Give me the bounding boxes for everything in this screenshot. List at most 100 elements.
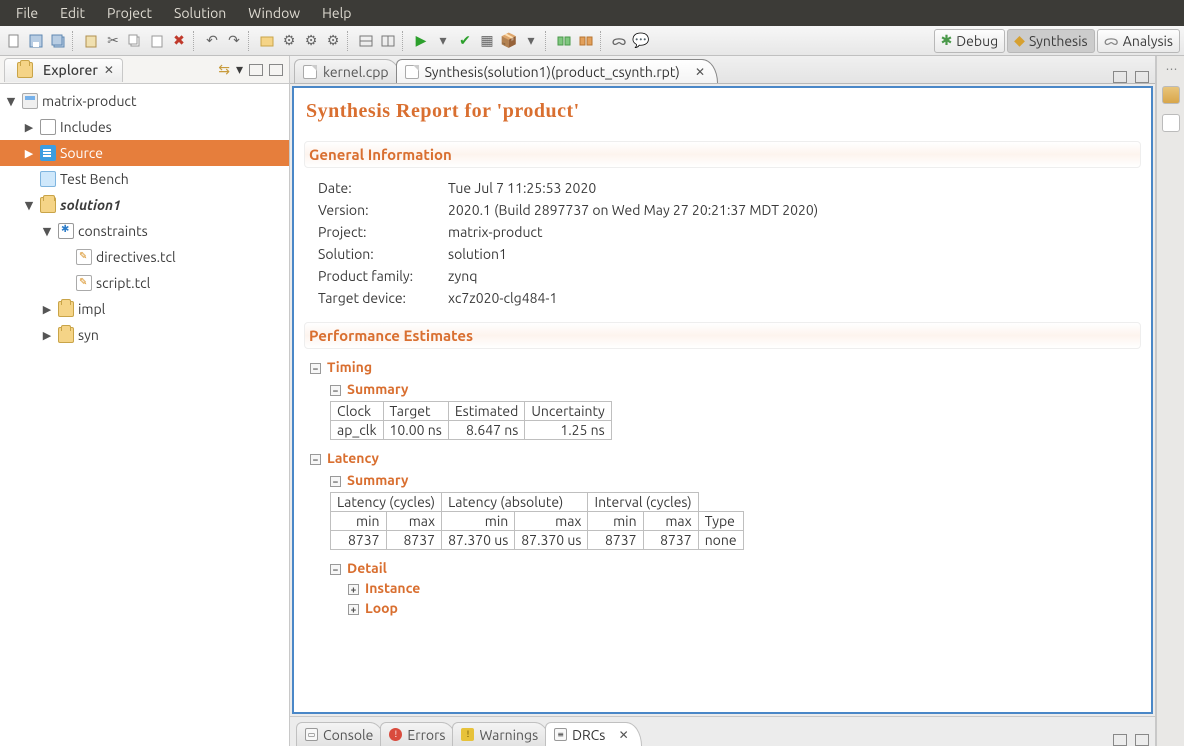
perspective-analysis[interactable]: ᯅAnalysis: [1097, 29, 1180, 53]
minimize-icon[interactable]: [249, 64, 263, 76]
copy-icon[interactable]: [125, 31, 145, 51]
tree-testbench[interactable]: Test Bench: [0, 166, 289, 192]
tab-report[interactable]: Synthesis(solution1)(product_csynth.rpt)…: [396, 59, 718, 83]
sub-timing-summary[interactable]: −Summary: [330, 381, 1141, 397]
menu-help[interactable]: Help: [312, 3, 361, 23]
right-trim: ⋯: [1156, 56, 1184, 746]
redo-icon[interactable]: ↷: [224, 31, 244, 51]
error-icon: !: [389, 728, 402, 741]
bottom-minimize-icon[interactable]: [1113, 734, 1127, 746]
maximize-icon[interactable]: [269, 64, 283, 76]
editor-minimize-icon[interactable]: [1113, 71, 1127, 83]
tree-impl[interactable]: ▶impl: [0, 296, 289, 322]
gears2-icon[interactable]: ⚙: [323, 31, 343, 51]
section-general: General Information: [304, 141, 1141, 168]
project-tree[interactable]: ▼matrix-product ▶Includes ▶Source Test B…: [0, 84, 289, 746]
label-device: Target device:: [318, 290, 448, 306]
cut-icon[interactable]: ✂: [103, 31, 123, 51]
window2-icon[interactable]: [378, 31, 398, 51]
tab-kernel[interactable]: kernel.cpp: [294, 59, 402, 83]
value-date: Tue Jul 7 11:25:53 2020: [448, 180, 1135, 196]
check-icon[interactable]: ✔: [455, 31, 475, 51]
menu-edit[interactable]: Edit: [50, 3, 95, 23]
source-icon: [40, 145, 56, 161]
general-info: Date:Tue Jul 7 11:25:53 2020 Version:202…: [304, 178, 1141, 316]
close-tab-icon[interactable]: ✕: [695, 65, 705, 79]
latency-table: Latency (cycles)Latency (absolute)Interv…: [330, 492, 744, 550]
explorer-icon: [17, 62, 33, 78]
tab-drcs[interactable]: ≡DRCs ✕: [545, 722, 641, 746]
perspective-synthesis[interactable]: ◆Synthesis: [1007, 29, 1094, 53]
menu-window[interactable]: Window: [238, 3, 310, 23]
tree-syn[interactable]: ▶syn: [0, 322, 289, 348]
compare2-icon[interactable]: [576, 31, 596, 51]
run-icon[interactable]: ▶: [411, 31, 431, 51]
sub-latency-summary[interactable]: −Summary: [330, 472, 1141, 488]
link-icon[interactable]: ⇆: [218, 61, 230, 78]
value-family: zynq: [448, 268, 1135, 284]
sub-timing[interactable]: −Timing: [310, 359, 1141, 375]
outline-icon[interactable]: [1162, 86, 1180, 104]
save-icon[interactable]: [26, 31, 46, 51]
tree-script[interactable]: script.tcl: [0, 270, 289, 296]
menubar: File Edit Project Solution Window Help: [0, 0, 1184, 26]
label-family: Product family:: [318, 268, 448, 284]
warning-icon: !: [461, 728, 474, 741]
bottom-tabs: ▭Console !Errors !Warnings ≡DRCs ✕: [290, 716, 1155, 746]
menu-project[interactable]: Project: [97, 3, 162, 23]
project-icon[interactable]: [257, 31, 277, 51]
value-project: matrix-product: [448, 224, 1135, 240]
drc-icon: ≡: [554, 728, 567, 741]
tree-directives[interactable]: directives.tcl: [0, 244, 289, 270]
gears-icon[interactable]: ⚙: [301, 31, 321, 51]
tab-console[interactable]: ▭Console: [296, 722, 386, 746]
timing-table: ClockTargetEstimatedUncertainty ap_clk10…: [330, 401, 612, 440]
close-icon[interactable]: ✕: [104, 63, 114, 77]
sub-loop[interactable]: +Loop: [348, 600, 1141, 616]
pkg-dropdown-icon[interactable]: ▾: [521, 31, 541, 51]
package-icon[interactable]: 📦: [499, 31, 519, 51]
report-editor[interactable]: Synthesis Report for 'product' General I…: [292, 86, 1153, 714]
folder-icon: [58, 301, 74, 317]
label-date: Date:: [318, 180, 448, 196]
delete-icon[interactable]: ✖: [169, 31, 189, 51]
close-icon[interactable]: ✕: [619, 728, 629, 742]
explorer-tab[interactable]: Explorer ✕: [4, 58, 123, 82]
cpp-file-icon: [303, 65, 317, 79]
clipboard-icon[interactable]: [147, 31, 167, 51]
tree-solution[interactable]: ▼solution1: [0, 192, 289, 218]
grid-icon[interactable]: ▦: [477, 31, 497, 51]
window1-icon[interactable]: [356, 31, 376, 51]
bottom-maximize-icon[interactable]: [1135, 734, 1149, 746]
bubble-icon[interactable]: 💬: [631, 31, 651, 51]
menu-solution[interactable]: Solution: [164, 3, 236, 23]
testbench-icon: [40, 171, 56, 187]
sub-instance[interactable]: +Instance: [348, 580, 1141, 596]
tree-source[interactable]: ▶Source: [0, 140, 289, 166]
paste-icon[interactable]: [81, 31, 101, 51]
value-version: 2020.1 (Build 2897737 on Wed May 27 20:2…: [448, 202, 1135, 218]
sub-latency[interactable]: −Latency: [310, 450, 1141, 466]
settings-icon[interactable]: ⚙: [279, 31, 299, 51]
trim-menu-icon[interactable]: ⋯: [1166, 62, 1176, 76]
perspective-debug[interactable]: ✱Debug: [934, 29, 1006, 53]
new-icon[interactable]: [4, 31, 24, 51]
tab-errors[interactable]: !Errors: [380, 722, 458, 746]
glasses-icon[interactable]: ᯅ: [609, 31, 629, 51]
tree-constraints[interactable]: ▼constraints: [0, 218, 289, 244]
view-menu-icon[interactable]: ▾: [236, 61, 243, 78]
compare1-icon[interactable]: [554, 31, 574, 51]
save-all-icon[interactable]: [48, 31, 68, 51]
directives-icon[interactable]: [1162, 114, 1180, 132]
label-version: Version:: [318, 202, 448, 218]
value-solution: solution1: [448, 246, 1135, 262]
tree-includes[interactable]: ▶Includes: [0, 114, 289, 140]
run-dropdown-icon[interactable]: ▾: [433, 31, 453, 51]
explorer-title: Explorer: [43, 62, 98, 78]
editor-maximize-icon[interactable]: [1135, 71, 1149, 83]
menu-file[interactable]: File: [6, 3, 48, 23]
undo-icon[interactable]: ↶: [202, 31, 222, 51]
tree-project[interactable]: ▼matrix-product: [0, 88, 289, 114]
sub-detail[interactable]: −Detail: [330, 560, 1141, 576]
tab-warnings[interactable]: !Warnings: [452, 722, 551, 746]
